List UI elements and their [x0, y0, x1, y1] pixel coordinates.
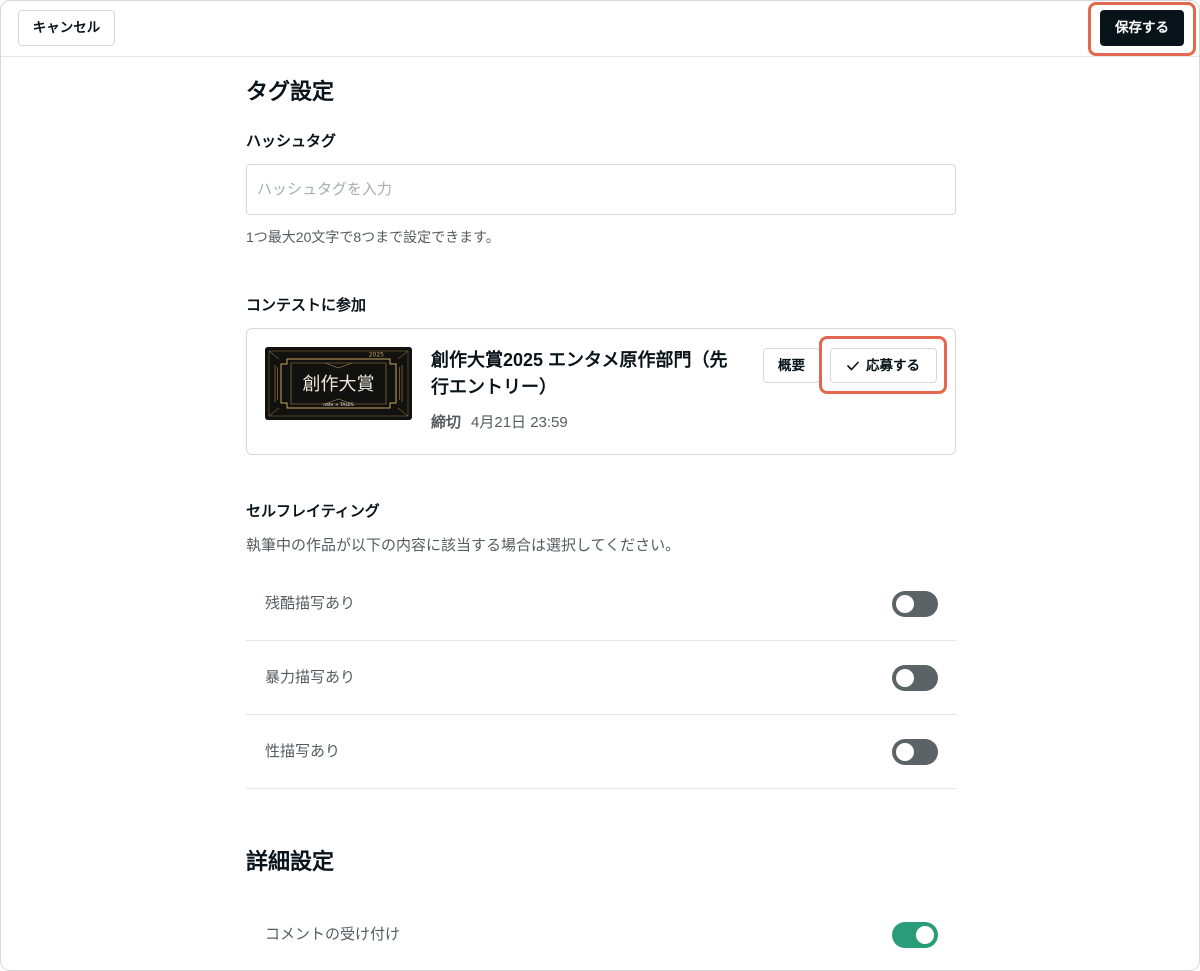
self-rating-description: 執筆中の作品が以下の内容に該当する場合は選択してください。	[246, 537, 681, 554]
apply-button[interactable]: 応募する	[830, 348, 937, 383]
contest-title: 創作大賞2025 エンタメ原作部門（先行エントリー）	[431, 350, 728, 397]
thumbnail-title-text: 創作大賞	[303, 374, 375, 395]
apply-button-label: 応募する	[866, 357, 920, 373]
self-rating-list: 残酷描写あり 暴力描写あり 性描写あり	[246, 567, 956, 789]
contest-thumbnail: 2025 創作大賞 note × TALES	[265, 347, 412, 420]
hashtag-label: ハッシュタグ	[246, 133, 337, 150]
cancel-button[interactable]: キャンセル	[18, 10, 115, 46]
detail-settings-title: 詳細設定	[246, 849, 335, 874]
cruelty-toggle[interactable]	[892, 590, 938, 617]
check-icon	[847, 361, 859, 371]
deadline-value: 4月21日 23:59	[471, 414, 568, 431]
self-rating-label: セルフレイティング	[246, 503, 380, 520]
top-bar: キャンセル 保存する	[0, 0, 1200, 57]
contest-card: 2025 創作大賞 note × TALES 創作大賞2025 エンタメ原作部門…	[246, 328, 956, 455]
thumbnail-year-text: 2025	[369, 352, 384, 359]
comment-row: コメントの受け付け	[246, 900, 956, 970]
thumbnail-logo-text: note × TALES	[323, 402, 354, 408]
contest-thumbnail-art: 2025 創作大賞 note × TALES	[265, 347, 412, 420]
overview-button[interactable]: 概要	[763, 348, 820, 383]
tag-settings-title: タグ設定	[246, 79, 335, 104]
violence-toggle[interactable]	[892, 664, 938, 691]
hashtag-input[interactable]	[246, 164, 956, 215]
comments-toggle[interactable]	[892, 922, 938, 948]
rating-row-violence: 暴力描写あり	[246, 641, 956, 715]
save-button[interactable]: 保存する	[1100, 10, 1184, 46]
settings-column: タグ設定 ハッシュタグ 1つ最大20文字で8つまで設定できます。 コンテストに参…	[246, 57, 956, 970]
contest-label: コンテストに参加	[246, 297, 367, 314]
comment-row-label: コメントの受け付け	[265, 926, 401, 943]
deadline-label: 締切	[431, 414, 462, 431]
hashtag-help-text: 1つ最大20文字で8つまで設定できます。	[246, 229, 500, 245]
rating-row-label: 残酷描写あり	[265, 594, 356, 612]
contest-deadline: 締切 4月21日 23:59	[431, 412, 568, 434]
rating-row-sexual: 性描写あり	[246, 715, 956, 789]
settings-window: キャンセル 保存する タグ設定 ハッシュタグ 1つ最大20文字で8つまで設定でき…	[0, 0, 1200, 971]
sexual-content-toggle[interactable]	[892, 738, 938, 765]
rating-row-cruelty: 残酷描写あり	[246, 567, 956, 641]
rating-row-label: 性描写あり	[265, 742, 341, 760]
rating-row-label: 暴力描写あり	[265, 668, 356, 686]
